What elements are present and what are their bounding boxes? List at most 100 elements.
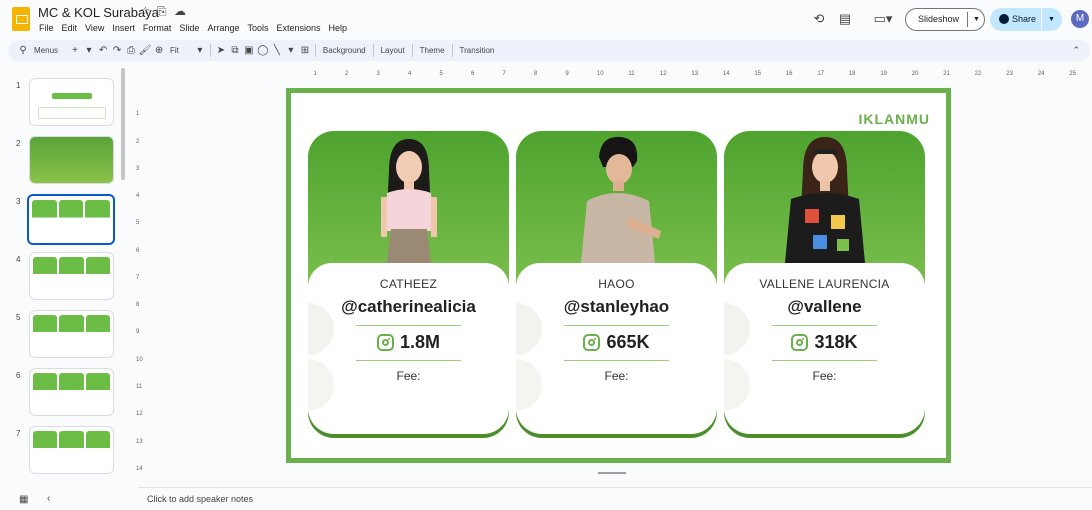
menu-file[interactable]: File (38, 22, 55, 34)
chevron-down-icon[interactable]: ▾ (193, 45, 207, 56)
chevron-down-icon[interactable]: ▾ (284, 45, 298, 56)
menu-extensions[interactable]: Extensions (275, 22, 321, 34)
toolbar-divider (451, 44, 453, 57)
paint-format-icon[interactable]: 🖌 (138, 45, 152, 56)
image-icon[interactable]: ▣ (242, 45, 256, 56)
new-slide-icon[interactable]: + (68, 45, 82, 56)
ruler-number: 8 (533, 71, 538, 77)
speaker-notes[interactable]: Click to add speaker notes (138, 487, 1092, 510)
kol-handle: @vallene (787, 297, 862, 316)
current-slide[interactable]: IKLANMU CATHEEZ @catherinealicia 1.8M Fe… (286, 88, 951, 463)
kol-photo (380, 139, 437, 263)
ruler-number: 16 (785, 71, 793, 77)
theme-button[interactable]: Theme (416, 46, 449, 55)
kol-card[interactable]: CATHEEZ @catherinealicia 1.8M Fee: (308, 131, 509, 434)
zoom-select[interactable]: Fit (166, 46, 183, 55)
version-history-icon[interactable]: ⟲ (810, 10, 828, 28)
shape-icon[interactable]: ◯ (256, 45, 270, 56)
avatar[interactable]: M (1071, 10, 1089, 28)
ruler-number: 2 (136, 138, 140, 145)
menu-slide[interactable]: Slide (178, 22, 200, 34)
menu-bar: File Edit View Insert Format Slide Arran… (38, 22, 348, 34)
divider-line (356, 325, 461, 326)
star-icon[interactable]: ☆ (140, 4, 151, 18)
menu-tools[interactable]: Tools (246, 22, 269, 34)
follower-count: 665K (516, 332, 717, 353)
kol-card[interactable]: HAOO @stanleyhao 665K Fee: (516, 131, 717, 434)
slide-thumbnail-5[interactable] (29, 310, 114, 358)
slide-number: 4 (16, 255, 21, 264)
menus-search[interactable]: Menus (30, 46, 62, 55)
divider-line (564, 360, 669, 361)
share-button[interactable]: Share ▼ (990, 8, 1062, 31)
slide-thumbnail-4[interactable] (29, 252, 114, 300)
ruler-number: 7 (502, 71, 506, 77)
slide-number: 7 (16, 429, 21, 438)
ruler-number: 9 (565, 71, 569, 77)
slide-thumbnail-6[interactable] (29, 368, 114, 416)
slide-thumbnail-1[interactable] (29, 78, 114, 126)
slide-thumbnail-2[interactable] (29, 136, 114, 184)
select-cursor-icon[interactable]: ➤ (214, 45, 228, 56)
ruler-number: 6 (470, 71, 475, 77)
undo-icon[interactable]: ↶ (96, 45, 110, 56)
ruler-number: 14 (722, 71, 730, 77)
grid-view-icon[interactable]: ▦ (19, 494, 28, 505)
line-icon[interactable]: ╲ (270, 45, 284, 56)
search-icon[interactable]: ⚲ (16, 45, 30, 56)
ruler-number: 12 (659, 71, 667, 77)
slide-thumbnail-3[interactable] (27, 194, 115, 245)
chevron-down-icon[interactable]: ▼ (973, 9, 980, 30)
layout-button[interactable]: Layout (377, 46, 409, 55)
move-folder-icon[interactable]: ⎘ (157, 4, 167, 19)
filmstrip-scrollbar[interactable] (121, 68, 125, 180)
ruler-number: 24 (1037, 71, 1045, 77)
divider-line (564, 325, 669, 326)
ruler-number: 2 (344, 71, 349, 77)
chevron-down-icon[interactable]: ▾ (82, 45, 96, 56)
menu-edit[interactable]: Edit (61, 22, 79, 34)
meet-camera-icon[interactable]: ▭▾ (870, 10, 896, 28)
kol-photo (580, 136, 661, 263)
zoom-icon[interactable]: ⊕ (152, 45, 166, 56)
divider-line (356, 360, 461, 361)
slide-thumbnail-7[interactable] (29, 426, 114, 474)
ruler-number: 10 (596, 71, 604, 77)
chevron-down-icon[interactable]: ▼ (1048, 8, 1055, 31)
menu-arrange[interactable]: Arrange (206, 22, 240, 34)
share-divider (1041, 8, 1042, 31)
ruler-number: 1 (313, 71, 317, 77)
ruler-number: 13 (691, 71, 699, 77)
redo-icon[interactable]: ↷ (110, 45, 124, 56)
slide-resize-handle[interactable] (598, 472, 626, 474)
slides-logo-icon[interactable] (12, 7, 30, 31)
chevron-left-icon[interactable]: ‹ (47, 493, 50, 504)
menu-view[interactable]: View (84, 22, 105, 34)
print-icon[interactable]: ⎙ (124, 45, 138, 56)
ruler-number: 5 (136, 220, 140, 227)
toolbar-divider (372, 44, 374, 57)
chevron-up-icon[interactable]: ⌃ (1072, 45, 1080, 56)
kol-card[interactable]: VALLENE LAURENCIA @vallene 318K Fee: (724, 131, 925, 434)
cloud-status-icon[interactable]: ☁ (174, 4, 186, 18)
text-box-icon[interactable]: ⧉ (228, 45, 242, 56)
comments-icon[interactable]: ▤ (836, 10, 854, 28)
ruler-number: 11 (628, 71, 635, 77)
ruler-number: 4 (407, 71, 412, 77)
kol-handle: @stanleyhao (563, 297, 670, 316)
follower-value: 1.8M (399, 332, 441, 352)
menu-help[interactable]: Help (328, 22, 349, 34)
menu-insert[interactable]: Insert (111, 22, 136, 34)
ruler-number: 11 (136, 384, 143, 390)
globe-icon (999, 14, 1009, 24)
comment-add-icon[interactable]: ⊞ (298, 45, 312, 56)
background-button[interactable]: Background (319, 46, 370, 55)
menu-format[interactable]: Format (142, 22, 173, 34)
ruler-number: 19 (880, 71, 887, 77)
follower-value: 665K (606, 332, 650, 352)
slideshow-divider (967, 12, 968, 27)
ruler-number: 17 (817, 71, 825, 77)
slideshow-button[interactable]: Slideshow ▼ (905, 8, 985, 31)
transition-button[interactable]: Transition (456, 46, 499, 55)
kol-name: CATHEEZ (379, 277, 438, 291)
